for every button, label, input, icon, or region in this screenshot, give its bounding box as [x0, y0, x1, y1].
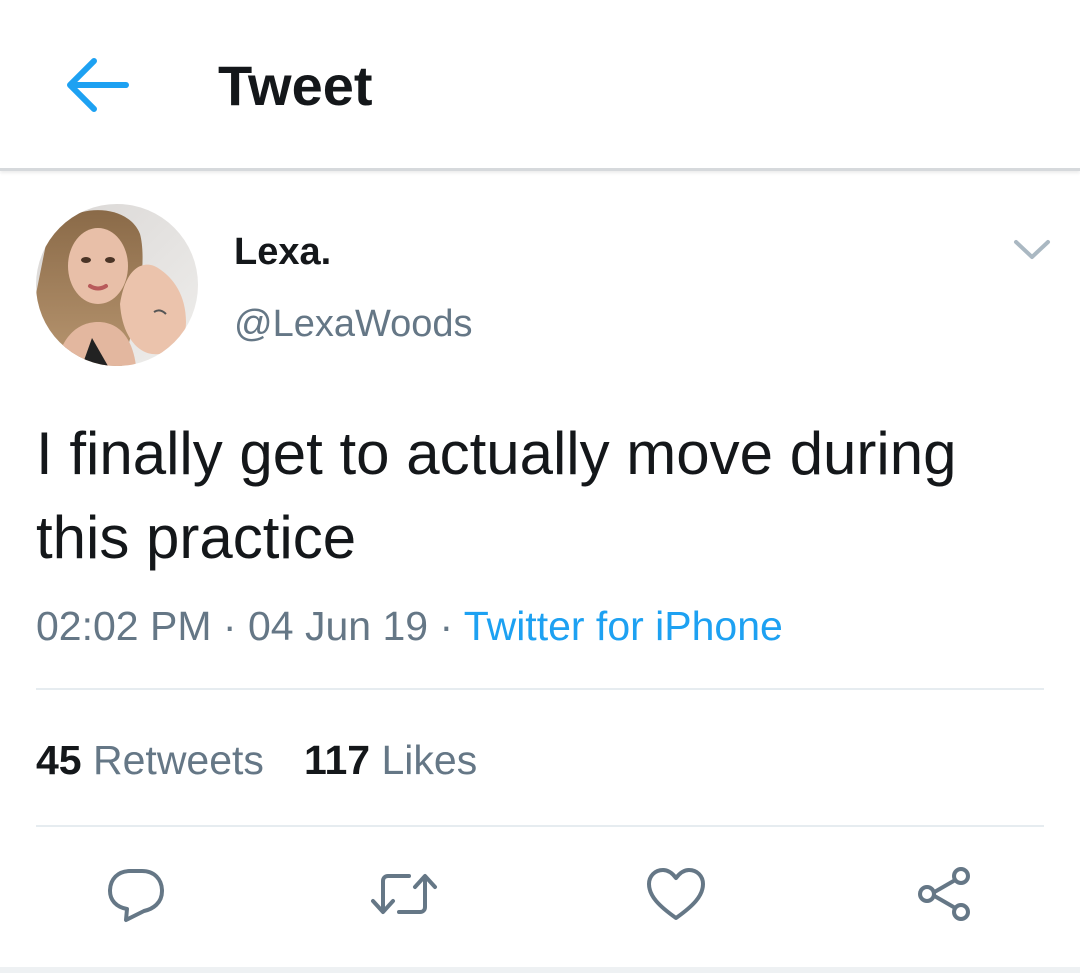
- reply-button[interactable]: [100, 862, 172, 926]
- likes-count: 117: [303, 737, 371, 783]
- tweet-options-button[interactable]: [1004, 226, 1060, 274]
- author-handle[interactable]: @LexaWoods: [234, 298, 473, 350]
- share-button[interactable]: [908, 862, 980, 926]
- bottom-border: [0, 967, 1080, 973]
- reply-icon: [108, 869, 164, 922]
- retweet-icon: [371, 874, 437, 914]
- tweet-metadata: 02:02 PM · 04 Jun 19 · Twitter for iPhon…: [36, 598, 783, 654]
- likes-stat[interactable]: 117 Likes: [304, 732, 477, 788]
- page-title: Tweet: [218, 54, 373, 117]
- heart-icon: [647, 868, 705, 920]
- top-app-bar: Tweet: [0, 0, 1080, 171]
- back-button[interactable]: [58, 52, 134, 118]
- tweet-date: 04 Jun 19: [247, 603, 429, 649]
- retweets-label: Retweets: [93, 737, 264, 783]
- tweet-stats: 45 Retweets 117 Likes: [36, 732, 477, 788]
- chevron-down-icon: [1014, 240, 1050, 259]
- like-button[interactable]: [640, 862, 712, 926]
- likes-label: Likes: [381, 737, 478, 783]
- profile-photo: [36, 204, 198, 366]
- avatar[interactable]: [36, 204, 198, 366]
- author-display-name[interactable]: Lexa.: [234, 226, 331, 278]
- divider: [36, 825, 1044, 827]
- meta-separator: ·: [222, 603, 237, 649]
- tweet-time: 02:02 PM: [36, 603, 212, 649]
- retweets-stat[interactable]: 45 Retweets: [36, 732, 264, 788]
- divider: [36, 688, 1044, 690]
- tweet-text: I finally get to actually move during th…: [36, 420, 957, 571]
- meta-separator: ·: [439, 603, 454, 649]
- arrow-left-icon: [67, 58, 129, 112]
- retweet-button[interactable]: [368, 862, 440, 926]
- share-icon: [918, 867, 970, 921]
- tweet-source-link[interactable]: Twitter for iPhone: [464, 603, 783, 649]
- retweets-count: 45: [36, 737, 82, 783]
